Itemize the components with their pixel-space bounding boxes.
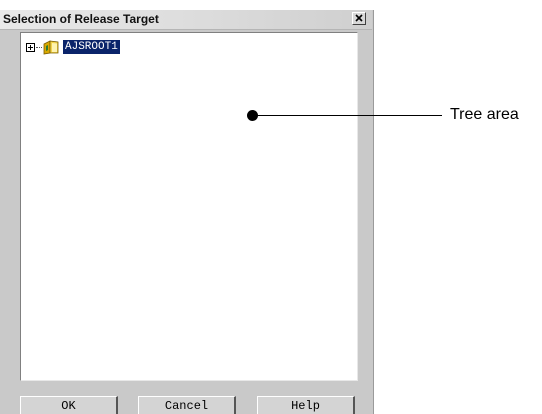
help-button[interactable]: Help [257,396,355,414]
tree-node-label[interactable]: AJSROOT1 [63,40,120,54]
folder-icon [43,39,59,54]
tree-node-root[interactable]: AJSROOT1 [26,39,120,55]
callout-leader-line [252,115,442,116]
tree-area[interactable]: AJSROOT1 [20,32,358,381]
callout-label: Tree area [450,106,519,123]
title-bar: Selection of Release Target [0,10,372,30]
close-icon [355,14,363,22]
close-button[interactable] [352,12,366,25]
tree-connector [36,46,42,48]
cancel-button[interactable]: Cancel [138,396,236,414]
dialog-title: Selection of Release Target [3,12,159,26]
plus-expand-icon[interactable] [26,42,35,52]
release-target-dialog: Selection of Release Target AJSROOT1 OK … [0,10,374,414]
ok-button[interactable]: OK [20,396,118,414]
